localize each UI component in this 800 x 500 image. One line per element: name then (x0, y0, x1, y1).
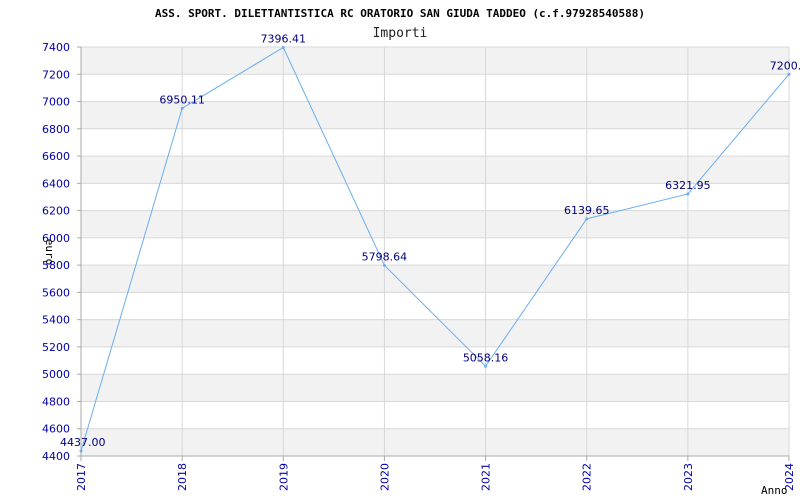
y-tick-label: 5200 (42, 341, 70, 354)
y-tick-label: 7200 (42, 68, 70, 81)
y-tick-label: 4600 (42, 423, 70, 436)
y-tick-label: 6600 (42, 150, 70, 163)
x-tick-label: 2017 (75, 463, 88, 491)
y-tick-label: 5000 (42, 368, 70, 381)
data-label: 6321.95 (665, 179, 711, 192)
grid-band (81, 319, 789, 347)
y-tick-label: 7400 (42, 41, 70, 54)
y-tick-label: 5600 (42, 286, 70, 299)
chart-container: ASS. SPORT. DILETTANTISTICA RC ORATORIO … (0, 0, 800, 500)
line-chart: ASS. SPORT. DILETTANTISTICA RC ORATORIO … (42, 7, 800, 497)
grid-band (81, 210, 789, 238)
data-point (281, 45, 285, 49)
x-tick-label: 2019 (277, 463, 290, 491)
grid-band (81, 374, 789, 402)
x-axis-label: Anno (761, 484, 788, 497)
data-label: 4437.00 (60, 436, 106, 449)
data-label: 6950.11 (159, 93, 205, 106)
data-point (484, 364, 488, 368)
y-tick-label: 5400 (42, 314, 70, 327)
data-point (686, 192, 690, 196)
data-point (382, 263, 386, 267)
y-tick-label: 6800 (42, 123, 70, 136)
x-tick-label: 2021 (480, 463, 493, 491)
y-axis-label: euro (43, 239, 56, 266)
data-label: 7396.41 (261, 32, 307, 45)
grid-band (81, 265, 789, 293)
chart-title: ASS. SPORT. DILETTANTISTICA RC ORATORIO … (155, 7, 645, 20)
grid-band (81, 428, 789, 456)
y-tick-label: 6200 (42, 205, 70, 218)
x-tick-label: 2022 (581, 463, 594, 491)
data-label: 5058.16 (463, 351, 509, 364)
data-label: 7200.1 (770, 59, 800, 72)
x-tick-label: 2020 (378, 463, 391, 491)
data-point (180, 106, 184, 110)
data-point (585, 217, 589, 221)
data-label: 6139.65 (564, 204, 610, 217)
y-tick-label: 4400 (42, 450, 70, 463)
y-tick-label: 6400 (42, 177, 70, 190)
data-point (79, 449, 83, 453)
grid-band (81, 47, 789, 75)
y-tick-label: 4800 (42, 395, 70, 408)
chart-subtitle: Importi (373, 26, 428, 41)
grid-bands (81, 47, 789, 456)
y-tick-label: 7000 (42, 96, 70, 109)
x-tick-label: 2018 (176, 463, 189, 491)
data-point (787, 72, 791, 76)
x-tick-labels: 2017 2018 2019 2020 2021 2022 2023 2024 (75, 463, 796, 491)
data-label: 5798.64 (362, 250, 408, 263)
x-tick-label: 2023 (682, 463, 695, 491)
